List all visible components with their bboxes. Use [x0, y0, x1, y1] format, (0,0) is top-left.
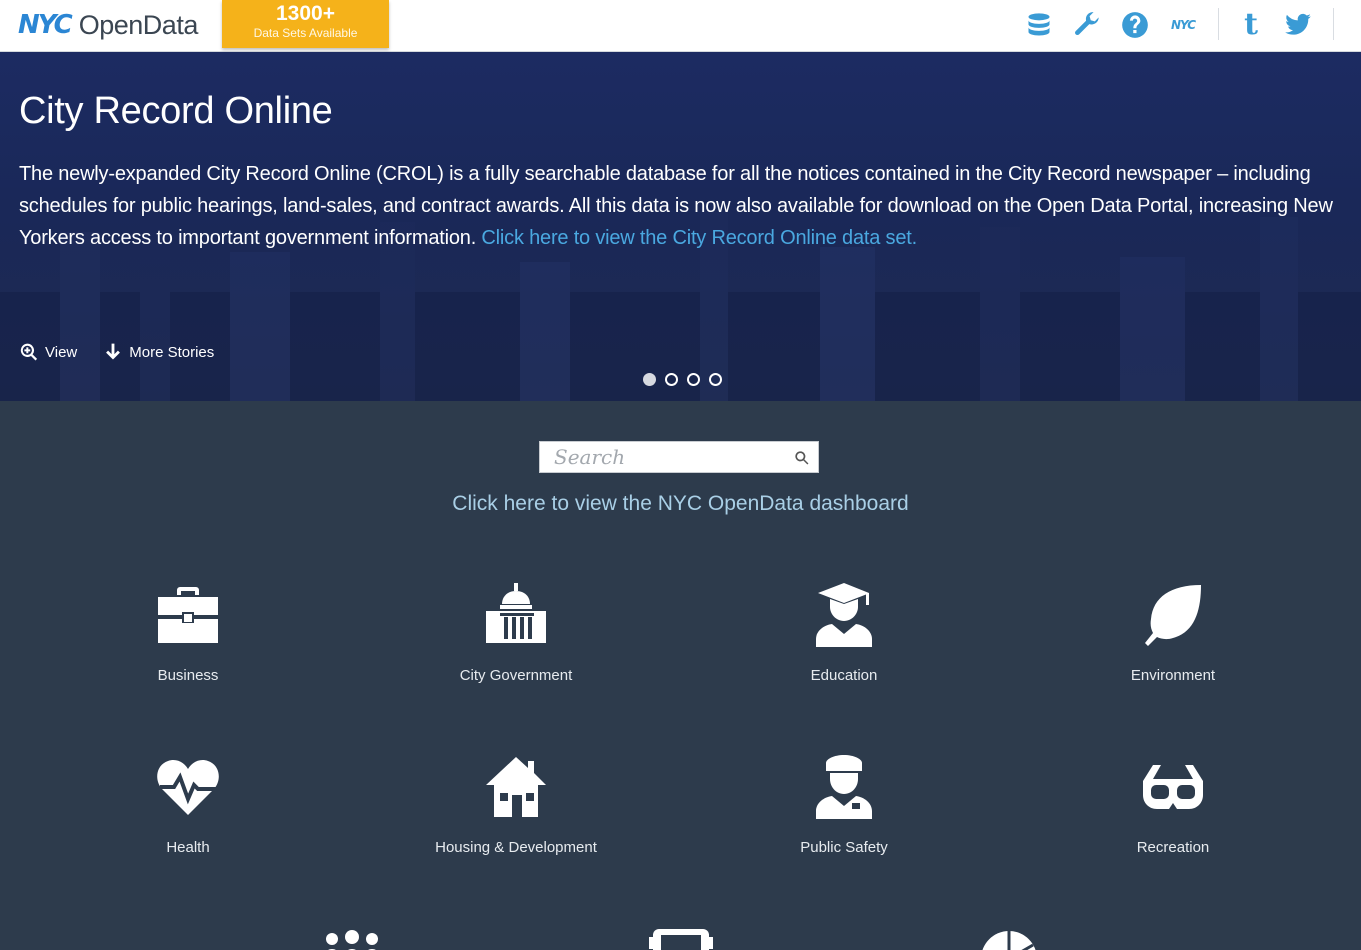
more-stories-button[interactable]: More Stories: [103, 342, 214, 362]
category-label: Recreation: [1136, 839, 1210, 856]
story-body: The newly-expanded City Record Online (C…: [19, 158, 1349, 254]
graduate-icon: [812, 583, 876, 647]
search-button[interactable]: [794, 450, 810, 466]
logo-nyc-text: NYC: [18, 10, 73, 40]
category-label: Environment: [1130, 667, 1216, 684]
search-icon: [795, 451, 809, 465]
house-icon: [484, 755, 548, 819]
tumblr-icon[interactable]: t: [1236, 10, 1266, 40]
carousel-dot-1[interactable]: [643, 373, 656, 386]
category-label: Public Safety: [800, 839, 888, 856]
category-pie-chart[interactable]: [899, 929, 1119, 950]
category-social-services[interactable]: [242, 929, 462, 950]
category-recreation[interactable]: Recreation: [1063, 755, 1283, 856]
story-dataset-link[interactable]: Click here to view the City Record Onlin…: [481, 227, 917, 249]
police-icon: [812, 755, 876, 819]
main-content: Click here to view the NYC OpenData dash…: [0, 401, 1361, 950]
story-actions: View More Stories: [19, 342, 214, 362]
dashboard-link[interactable]: Click here to view the NYC OpenData dash…: [0, 492, 1361, 516]
carousel-dots: [643, 373, 722, 386]
search-box: [539, 441, 819, 473]
people-icon: [320, 929, 384, 950]
heart-pulse-icon: [156, 755, 220, 819]
arrow-down-icon: [106, 343, 121, 360]
nyc-icon-text: NYC: [1170, 18, 1196, 32]
carousel-dot-3[interactable]: [687, 373, 700, 386]
category-education[interactable]: Education: [734, 583, 954, 684]
briefcase-icon: [156, 583, 220, 647]
category-city-government[interactable]: City Government: [406, 583, 626, 684]
story-title: City Record Online: [19, 90, 333, 132]
featured-story-carousel: City Record Online The newly-expanded Ci…: [0, 52, 1361, 401]
category-label: Housing & Development: [435, 839, 597, 856]
top-navigation-bar: NYC OpenData 1300+ Data Sets Available N…: [0, 0, 1361, 52]
datasets-count-badge[interactable]: 1300+ Data Sets Available: [222, 0, 389, 48]
category-label: Business: [157, 667, 219, 684]
category-transportation[interactable]: [571, 929, 791, 950]
goggles-icon: [1141, 755, 1205, 819]
header-divider-right: [1333, 8, 1334, 40]
site-logo[interactable]: NYC OpenData: [18, 8, 198, 42]
category-label: Health: [166, 839, 210, 856]
bus-icon: [649, 929, 713, 950]
carousel-dot-2[interactable]: [665, 373, 678, 386]
category-health[interactable]: Health: [78, 755, 298, 856]
search-input[interactable]: [540, 442, 785, 472]
category-environment[interactable]: Environment: [1063, 583, 1283, 684]
leaf-icon: [1141, 583, 1205, 647]
carousel-dot-4[interactable]: [709, 373, 722, 386]
twitter-icon[interactable]: [1283, 10, 1313, 40]
category-business[interactable]: Business: [78, 583, 298, 684]
view-story-label: View: [45, 343, 78, 361]
category-housing-development[interactable]: Housing & Development: [406, 755, 626, 856]
header-divider: [1218, 8, 1219, 40]
datasets-count: 1300+: [276, 2, 335, 25]
tumblr-icon-glyph: t: [1244, 7, 1258, 42]
category-label: City Government: [459, 667, 573, 684]
pie-chart-icon: [977, 929, 1041, 950]
zoom-in-icon: [20, 343, 38, 361]
database-icon[interactable]: [1024, 10, 1054, 40]
view-story-button[interactable]: View: [19, 342, 77, 362]
logo-opendata-text: OpenData: [78, 9, 199, 40]
category-public-safety[interactable]: Public Safety: [734, 755, 954, 856]
nyc-icon[interactable]: NYC: [1168, 10, 1198, 40]
datasets-count-label: Data Sets Available: [253, 26, 358, 40]
category-label: Education: [810, 667, 878, 684]
wrench-icon[interactable]: [1072, 10, 1102, 40]
capitol-icon: [484, 583, 548, 647]
help-icon[interactable]: [1120, 10, 1150, 40]
more-stories-label: More Stories: [129, 343, 215, 361]
